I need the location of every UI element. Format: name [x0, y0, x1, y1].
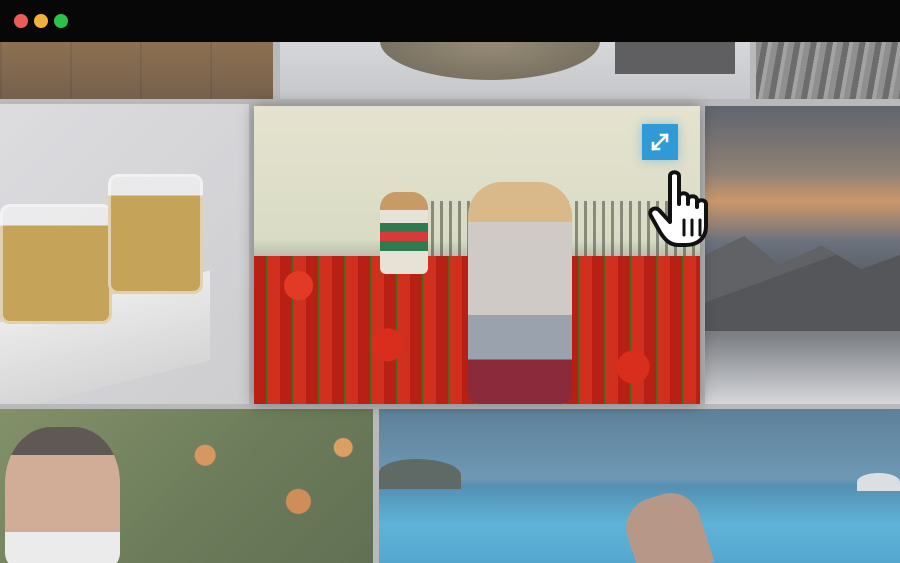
- window-minimize-button[interactable]: [34, 14, 48, 28]
- swimmer-arm: [618, 485, 715, 563]
- gallery-photo-man-flowers[interactable]: [0, 409, 373, 563]
- window-titlebar: [0, 0, 900, 42]
- gallery-photo-drapery[interactable]: [756, 42, 900, 99]
- doormat: [380, 42, 600, 80]
- island-rock: [379, 459, 461, 489]
- gallery-photo-tulips-featured[interactable]: [254, 106, 700, 404]
- window-maximize-button[interactable]: [54, 14, 68, 28]
- window-close-button[interactable]: [14, 14, 28, 28]
- expand-arrows-icon: [651, 133, 669, 151]
- man-portrait: [5, 427, 120, 563]
- gallery-photo-sunset-mountains[interactable]: [705, 106, 900, 404]
- honey-jar: [108, 174, 203, 294]
- expand-button[interactable]: [642, 124, 678, 160]
- gallery-photo-honey-jars[interactable]: [0, 104, 249, 404]
- dark-box: [615, 42, 735, 74]
- child-girl: [468, 182, 572, 404]
- honey-jar: [0, 204, 112, 324]
- gallery-photo-doormat[interactable]: [280, 42, 750, 99]
- island-rock: [857, 473, 900, 491]
- gallery-photo-beach[interactable]: [379, 409, 900, 563]
- gallery-photo-wood[interactable]: [0, 42, 273, 99]
- photo-gallery-grid: [0, 42, 900, 563]
- mountain-ridge: [705, 236, 900, 331]
- child-boy: [380, 192, 428, 274]
